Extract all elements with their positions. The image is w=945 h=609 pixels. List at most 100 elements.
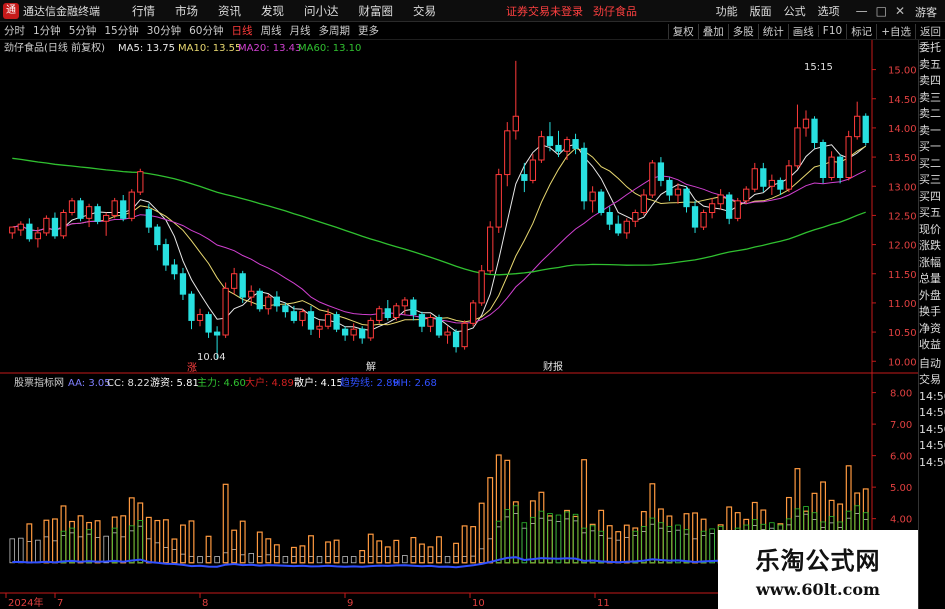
candle-up[interactable] <box>324 314 332 327</box>
candle-down[interactable] <box>777 179 784 190</box>
period-60min[interactable]: 60分钟 <box>185 23 227 38</box>
candle-up[interactable] <box>231 273 238 289</box>
maximize-icon[interactable]: □ <box>876 4 887 18</box>
candle-down[interactable] <box>26 223 33 240</box>
candle-down[interactable] <box>179 273 187 295</box>
candle-up[interactable] <box>845 136 852 178</box>
candle-up[interactable] <box>393 305 400 319</box>
candle-up[interactable] <box>461 322 468 348</box>
login-notice[interactable]: 证券交易未登录 <box>506 3 583 19</box>
close-icon[interactable]: ✕ <box>895 4 905 18</box>
candle-down[interactable] <box>188 293 195 321</box>
candle-up[interactable] <box>649 162 656 196</box>
candle-up[interactable] <box>623 220 630 234</box>
candle-down[interactable] <box>598 191 605 213</box>
candle-up[interactable] <box>350 328 357 336</box>
menu-options[interactable]: 选项 <box>812 3 846 19</box>
period-daily[interactable]: 日线 <box>228 23 257 38</box>
candle-up[interactable] <box>265 296 272 310</box>
candle-up[interactable] <box>487 226 494 272</box>
candle-up[interactable] <box>768 179 775 187</box>
candle-down[interactable] <box>359 328 366 339</box>
candle-down[interactable] <box>691 206 699 228</box>
period-multi[interactable]: 多周期 <box>315 23 355 38</box>
candle-up[interactable] <box>60 212 67 237</box>
minimize-icon[interactable]: — <box>856 4 868 18</box>
candle-down[interactable] <box>213 331 221 336</box>
candle-up[interactable] <box>248 290 255 298</box>
candle-up[interactable] <box>674 188 682 196</box>
adjust-button[interactable]: 复权 <box>667 23 698 39</box>
candle-up[interactable] <box>632 212 639 222</box>
candle-down[interactable] <box>683 188 690 208</box>
period-30min[interactable]: 30分钟 <box>143 23 185 38</box>
candle-down[interactable] <box>205 314 212 333</box>
candle-down[interactable] <box>811 118 818 143</box>
period-tick[interactable]: 分时 <box>0 23 29 38</box>
candle-up[interactable] <box>68 200 76 213</box>
candle-down[interactable] <box>384 308 391 318</box>
candle-up[interactable] <box>538 136 545 161</box>
side-trade[interactable]: 交易 <box>919 372 945 389</box>
candle-up[interactable] <box>734 200 741 219</box>
menu-trade[interactable]: 交易 <box>403 3 446 19</box>
candle-up[interactable] <box>444 331 451 336</box>
candle-down[interactable] <box>145 209 152 228</box>
candle-down[interactable] <box>580 147 588 202</box>
candle-down[interactable] <box>657 162 665 181</box>
candle-up[interactable] <box>299 311 306 321</box>
menu-wealth[interactable]: 财富圈 <box>349 3 404 19</box>
candle-up[interactable] <box>785 165 793 190</box>
menu-function[interactable]: 功能 <box>710 3 744 19</box>
menu-market[interactable]: 行情 <box>122 3 165 19</box>
stats-button[interactable]: 统计 <box>757 23 788 39</box>
candle-down[interactable] <box>606 212 613 225</box>
event-mark-jie[interactable]: 解 <box>366 360 376 373</box>
menu-news[interactable]: 资讯 <box>208 3 251 19</box>
chart-area[interactable]: 10.00 10.50 11.00 11.50 12.00 12.50 13.00 13.50… <box>0 40 918 609</box>
candle-up[interactable] <box>43 217 50 234</box>
menu-formula[interactable]: 公式 <box>778 3 812 19</box>
candle-down[interactable] <box>546 136 554 146</box>
menu-discover[interactable]: 发现 <box>251 3 294 19</box>
candle-up[interactable] <box>504 130 511 176</box>
candle-down[interactable] <box>282 305 289 313</box>
candle-up[interactable] <box>751 168 758 190</box>
candle-down[interactable] <box>333 314 340 330</box>
guest-label[interactable]: 游客 <box>915 4 937 20</box>
candle-up[interactable] <box>9 226 16 234</box>
candle-up[interactable] <box>802 118 810 129</box>
candle-down[interactable] <box>341 328 349 336</box>
draw-line-button[interactable]: 画线 <box>787 23 818 39</box>
candle-down[interactable] <box>521 174 528 181</box>
period-weekly[interactable]: 周线 <box>257 23 286 38</box>
candle-up[interactable] <box>563 139 571 152</box>
candle-up[interactable] <box>103 214 110 222</box>
candle-up[interactable] <box>401 299 409 307</box>
side-entrust[interactable]: 委托 <box>919 40 945 57</box>
candle-up[interactable] <box>512 115 519 132</box>
period-more[interactable]: 更多 <box>354 23 383 38</box>
candle-up[interactable] <box>376 308 383 321</box>
candle-down[interactable] <box>94 206 101 222</box>
period-15min[interactable]: 15分钟 <box>100 23 142 38</box>
candle-up[interactable] <box>85 206 93 219</box>
candle-up[interactable] <box>367 319 374 339</box>
candle-down[interactable] <box>555 144 562 152</box>
back-button[interactable]: 返回 <box>915 23 945 39</box>
side-auto[interactable]: 自动 <box>919 356 945 373</box>
candle-down[interactable] <box>290 311 298 321</box>
candle-up[interactable] <box>717 194 724 205</box>
candle-down[interactable] <box>862 115 869 143</box>
period-1min[interactable]: 1分钟 <box>29 23 65 38</box>
candle-down[interactable] <box>836 156 844 179</box>
menu-market-center[interactable]: 市场 <box>165 3 208 19</box>
candle-up[interactable] <box>828 156 835 179</box>
mark-button[interactable]: 标记 <box>846 23 876 39</box>
overlay-button[interactable]: 叠加 <box>697 23 728 39</box>
candle-down[interactable] <box>760 168 767 187</box>
candle-down[interactable] <box>572 139 579 149</box>
candle-up[interactable] <box>128 191 135 219</box>
candle-down[interactable] <box>51 217 59 237</box>
menu-ask[interactable]: 问小达 <box>294 3 349 19</box>
